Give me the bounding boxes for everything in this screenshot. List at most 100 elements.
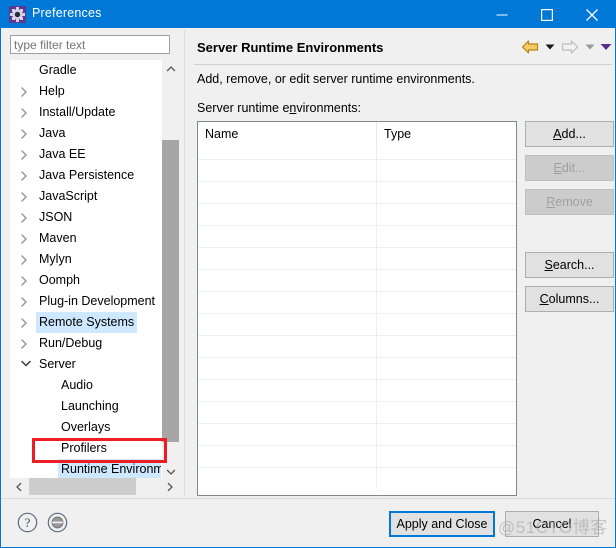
table-row[interactable]	[198, 247, 516, 269]
tree-item-java-persistence[interactable]: Java Persistence	[10, 165, 178, 186]
edit-button[interactable]: Edit...	[525, 155, 614, 181]
chevron-right-icon[interactable]	[20, 102, 32, 123]
tree-item-label: Server	[39, 357, 76, 371]
column-divider	[376, 380, 377, 401]
tree-item-label: Install/Update	[39, 105, 116, 119]
table-row[interactable]	[198, 225, 516, 247]
table-row[interactable]	[198, 335, 516, 357]
chevron-right-icon[interactable]	[20, 165, 32, 186]
chevron-right-icon[interactable]	[20, 81, 32, 102]
tree-item-run-debug[interactable]: Run/Debug	[10, 333, 178, 354]
tree-item-label: JavaScript	[39, 189, 98, 203]
chevron-right-icon[interactable]	[20, 228, 32, 249]
scroll-right-arrow-icon[interactable]	[161, 478, 178, 495]
remove-button[interactable]: Remove	[525, 189, 614, 215]
tree-item-label: Help	[39, 84, 65, 98]
column-divider	[376, 292, 377, 313]
view-menu-chevron-down-icon[interactable]	[599, 37, 613, 57]
add-button[interactable]: Add...	[525, 121, 614, 147]
chevron-right-icon[interactable]	[20, 207, 32, 228]
table-row[interactable]	[198, 445, 516, 467]
tree-item-oomph[interactable]: Oomph	[10, 270, 178, 291]
page-navigation-toolbar	[519, 37, 613, 57]
table-row[interactable]	[198, 181, 516, 203]
tree-item-server[interactable]: Server	[10, 354, 178, 375]
column-divider	[376, 314, 377, 335]
chevron-right-icon[interactable]	[20, 312, 32, 333]
tree-item-plug-in-development[interactable]: Plug-in Development	[10, 291, 178, 312]
apply-and-close-button[interactable]: Apply and Close	[389, 511, 495, 537]
cancel-button[interactable]: Cancel	[505, 511, 599, 537]
tree-item-gradle[interactable]: Gradle	[10, 60, 178, 81]
column-divider	[376, 424, 377, 445]
tree-vertical-scroll-thumb[interactable]	[162, 140, 179, 442]
tree-item-audio[interactable]: Audio	[10, 375, 178, 396]
column-divider	[376, 446, 377, 467]
tree-item-json[interactable]: JSON	[10, 207, 178, 228]
chevron-right-icon[interactable]	[20, 249, 32, 270]
tree-item-javascript[interactable]: JavaScript	[10, 186, 178, 207]
runtime-environments-table[interactable]: Name Type	[197, 121, 517, 496]
back-arrow-icon[interactable]	[519, 37, 541, 57]
help-question-mark-icon[interactable]: ?	[17, 512, 38, 533]
scroll-left-arrow-icon[interactable]	[10, 478, 27, 495]
gear-icon	[9, 6, 26, 23]
maximize-button[interactable]	[524, 1, 569, 28]
table-row[interactable]	[198, 203, 516, 225]
tree-item-mylyn[interactable]: Mylyn	[10, 249, 178, 270]
preferences-tree[interactable]: Gradle Help Install/Update Java Java EE Java …	[10, 60, 178, 480]
column-divider	[376, 204, 377, 225]
tree-item-maven[interactable]: Maven	[10, 228, 178, 249]
tree-item-overlays[interactable]: Overlays	[10, 417, 178, 438]
tree-item-install-update[interactable]: Install/Update	[10, 102, 178, 123]
back-dropdown-chevron-down-icon[interactable]	[543, 37, 557, 57]
table-row[interactable]	[198, 401, 516, 423]
chevron-right-icon[interactable]	[20, 291, 32, 312]
chevron-right-icon[interactable]	[20, 186, 32, 207]
chevron-right-icon[interactable]	[20, 270, 32, 291]
filter-input[interactable]	[10, 35, 170, 54]
table-row[interactable]	[198, 291, 516, 313]
close-button[interactable]	[569, 1, 614, 28]
chevron-right-icon[interactable]	[20, 333, 32, 354]
tree-item-profilers[interactable]: Profilers	[10, 438, 178, 459]
restore-defaults-icon[interactable]	[47, 512, 68, 533]
tree-item-label: Audio	[61, 378, 93, 392]
chevron-down-icon[interactable]	[20, 354, 32, 375]
column-divider	[376, 358, 377, 379]
table-body	[198, 147, 516, 489]
scroll-up-arrow-icon[interactable]	[162, 60, 179, 77]
tree-vertical-scrollbar[interactable]	[161, 60, 179, 480]
tree-item-label: Java EE	[39, 147, 86, 161]
chevron-right-icon[interactable]	[20, 123, 32, 144]
column-divider	[376, 248, 377, 269]
tree-item-label: Plug-in Development	[39, 294, 156, 308]
tree-item-label: Remote Systems	[36, 312, 138, 333]
table-label-post: vironments:	[296, 101, 361, 115]
tree-horizontal-scrollbar[interactable]	[10, 478, 178, 495]
table-row[interactable]	[198, 357, 516, 379]
columns-button[interactable]: Columns...	[525, 286, 614, 312]
table-row[interactable]	[198, 313, 516, 335]
title-separator	[194, 64, 612, 65]
column-header-type[interactable]: Type	[376, 122, 516, 147]
tree-item-label: Gradle	[39, 63, 77, 77]
table-row[interactable]	[198, 467, 516, 489]
tree-horizontal-scroll-thumb[interactable]	[29, 478, 136, 495]
title-bar: Preferences	[1, 1, 615, 28]
tree-item-runtime-environm[interactable]: Runtime Environm	[10, 459, 178, 480]
tree-item-java[interactable]: Java	[10, 123, 178, 144]
search-button[interactable]: Search...	[525, 252, 614, 278]
tree-item-java-ee[interactable]: Java EE	[10, 144, 178, 165]
table-row[interactable]	[198, 423, 516, 445]
tree-item-launching[interactable]: Launching	[10, 396, 178, 417]
table-row[interactable]	[198, 159, 516, 181]
column-header-name[interactable]: Name	[198, 122, 376, 147]
tree-item-help[interactable]: Help	[10, 81, 178, 102]
table-row[interactable]	[198, 269, 516, 291]
table-row[interactable]	[198, 379, 516, 401]
tree-item-remote-systems[interactable]: Remote Systems	[10, 312, 178, 333]
minimize-button[interactable]	[479, 1, 524, 28]
chevron-right-icon[interactable]	[20, 144, 32, 165]
panel-splitter[interactable]	[184, 30, 185, 496]
